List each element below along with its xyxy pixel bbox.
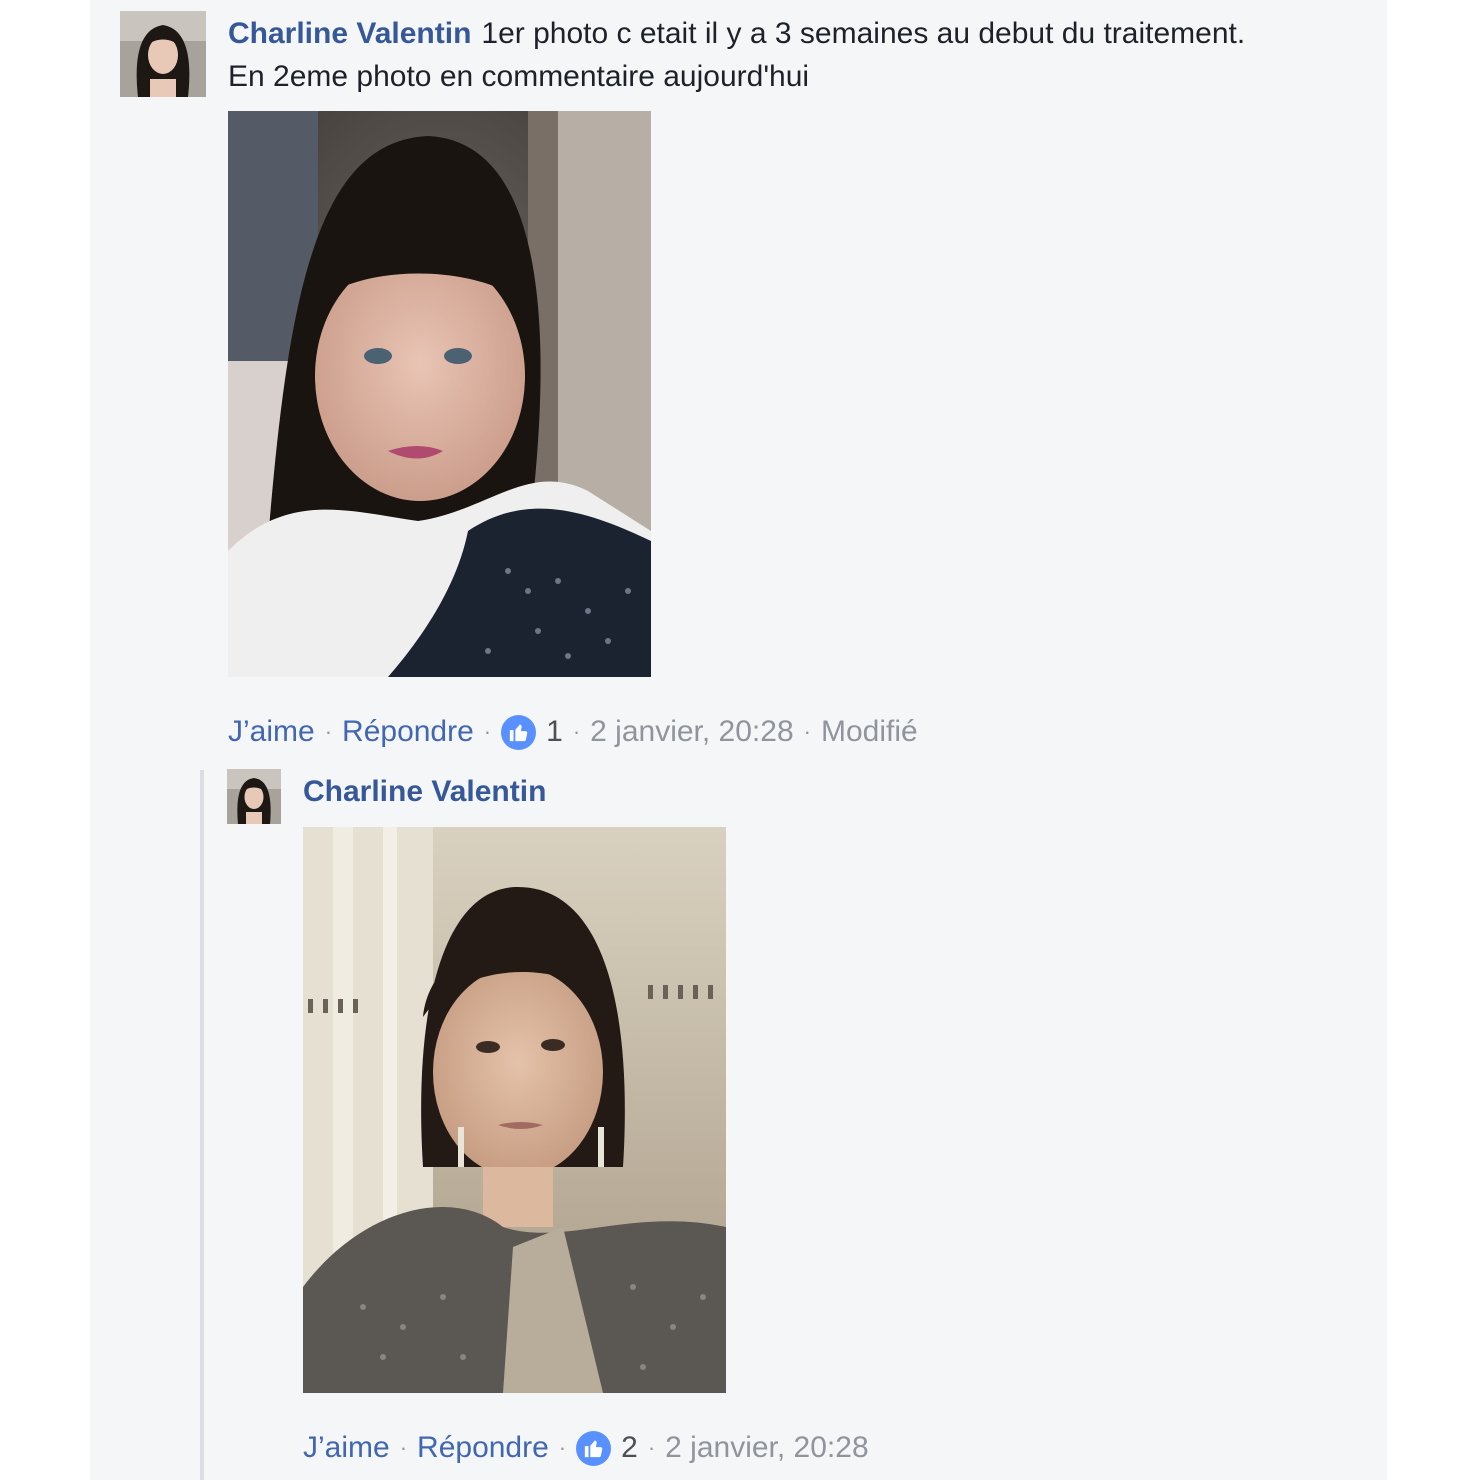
reply-thread-line: [200, 770, 204, 1480]
timestamp[interactable]: 2 janvier, 20:28: [590, 712, 793, 752]
thumbs-up-icon[interactable]: [576, 1430, 612, 1466]
reply-actions: J’aime · Répondre · 2 · 2 janvier, 20:28: [303, 1428, 869, 1468]
page: Charline Valentin 1er photo c etait il y …: [0, 0, 1470, 1480]
reply-photo[interactable]: [303, 827, 726, 1393]
comment-author-link[interactable]: Charline Valentin: [228, 17, 471, 50]
timestamp[interactable]: 2 janvier, 20:28: [665, 1428, 868, 1468]
like-link[interactable]: J’aime: [228, 712, 315, 752]
reply-link[interactable]: Répondre: [417, 1428, 549, 1468]
avatar[interactable]: [120, 11, 206, 97]
separator: ·: [558, 1435, 567, 1460]
reply-link[interactable]: Répondre: [342, 712, 474, 752]
reaction-count[interactable]: 1: [546, 712, 563, 752]
comment-body: Charline Valentin 1er photo c etait il y …: [228, 12, 1358, 98]
avatar[interactable]: [227, 769, 281, 824]
separator: ·: [803, 719, 811, 744]
reaction-count[interactable]: 2: [621, 1428, 638, 1468]
separator: ·: [399, 1435, 408, 1460]
edited-label[interactable]: Modifié: [821, 712, 918, 752]
thumbs-up-icon[interactable]: [501, 714, 537, 750]
separator: ·: [647, 1435, 656, 1460]
comment-text-line1: 1er photo c etait il y a 3 semaines au d…: [481, 17, 1246, 50]
separator: ·: [324, 719, 333, 744]
separator: ·: [572, 719, 581, 744]
comment-actions: J’aime · Répondre · 1 · 2 janvier, 20:28…: [228, 712, 918, 752]
comment-text-line2: En 2eme photo en commentaire aujourd'hui: [228, 60, 810, 93]
like-link[interactable]: J’aime: [303, 1428, 390, 1468]
reply-body: Charline Valentin: [303, 772, 556, 812]
reply-author-link[interactable]: Charline Valentin: [303, 775, 546, 808]
comment-photo[interactable]: [228, 111, 651, 677]
separator: ·: [483, 719, 492, 744]
